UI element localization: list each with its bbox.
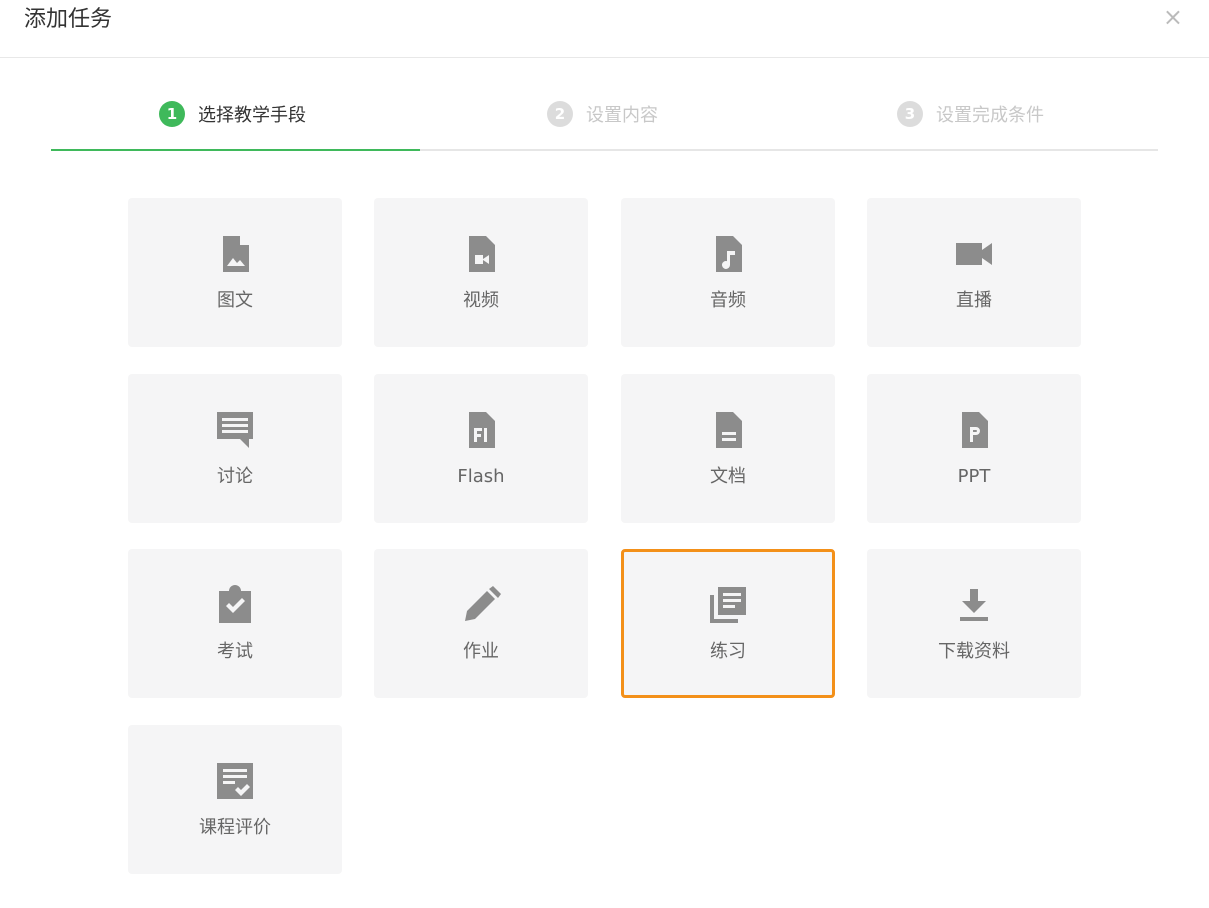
dialog-title: 添加任务: [24, 7, 113, 32]
tile-download[interactable]: 下载资料: [867, 549, 1081, 698]
step-number: 3: [897, 101, 923, 127]
tile-practice[interactable]: 练习: [621, 549, 835, 698]
tile-image-text[interactable]: 图文: [128, 198, 342, 347]
tile-course-review[interactable]: 课程评价: [128, 725, 342, 874]
file-image-icon: [223, 236, 249, 272]
close-icon[interactable]: ×: [1163, 2, 1183, 32]
tile-label: 讨论: [217, 466, 253, 487]
tile-label: Flash: [457, 466, 505, 487]
tile-discussion[interactable]: 讨论: [128, 374, 342, 523]
file-video-icon: [469, 236, 495, 272]
tile-label: 图文: [217, 290, 253, 311]
checklist-icon: [217, 763, 253, 799]
download-icon: [960, 589, 988, 621]
tile-exam[interactable]: 考试: [128, 549, 342, 698]
library-books-icon: [710, 587, 746, 623]
step-set-content[interactable]: 2 设置内容: [547, 101, 658, 127]
file-ppt-icon: [962, 412, 988, 448]
step-number: 2: [547, 101, 573, 127]
tile-label: 视频: [463, 290, 499, 311]
tile-flash[interactable]: Flash: [374, 374, 588, 523]
tile-homework[interactable]: 作业: [374, 549, 588, 698]
step-indicator: 1 选择教学手段 2 设置内容 3 设置完成条件: [51, 96, 1158, 151]
tile-ppt[interactable]: PPT: [867, 374, 1081, 523]
tile-live[interactable]: 直播: [867, 198, 1081, 347]
file-document-icon: [716, 412, 742, 448]
tile-label: 音频: [710, 290, 746, 311]
file-flash-icon: [469, 412, 495, 448]
tile-label: PPT: [957, 466, 991, 487]
video-camera-icon: [956, 243, 992, 265]
step-set-completion[interactable]: 3 设置完成条件: [897, 101, 1044, 127]
tile-label: 考试: [217, 641, 253, 662]
tile-label: 直播: [956, 290, 992, 311]
step-label: 选择教学手段: [198, 105, 306, 126]
pencil-icon: [465, 586, 501, 621]
tile-label: 下载资料: [938, 641, 1010, 662]
dialog-header: 添加任务 ×: [0, 0, 1209, 58]
tile-label: 文档: [710, 466, 746, 487]
tile-label: 练习: [710, 641, 746, 662]
step-progress-bar: [51, 149, 420, 151]
step-label: 设置完成条件: [936, 105, 1044, 126]
tile-label: 作业: [463, 641, 499, 662]
tile-video[interactable]: 视频: [374, 198, 588, 347]
file-audio-icon: [716, 236, 742, 272]
tile-document[interactable]: 文档: [621, 374, 835, 523]
comment-icon: [217, 412, 253, 448]
step-number: 1: [159, 101, 185, 127]
tile-label: 课程评价: [199, 817, 271, 838]
tile-audio[interactable]: 音频: [621, 198, 835, 347]
step-select-method[interactable]: 1 选择教学手段: [159, 101, 306, 127]
clipboard-check-icon: [219, 585, 251, 623]
step-label: 设置内容: [586, 105, 658, 126]
